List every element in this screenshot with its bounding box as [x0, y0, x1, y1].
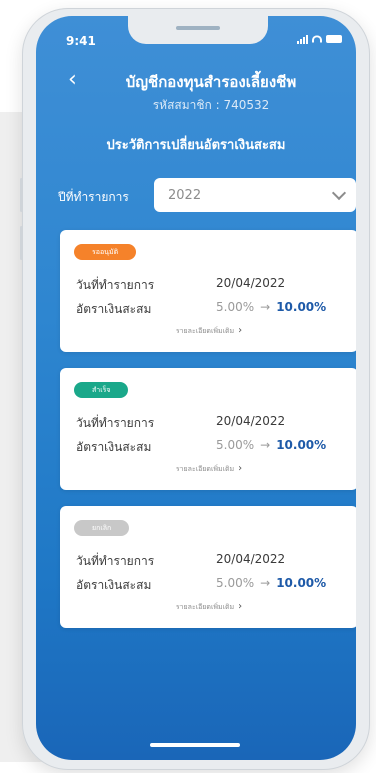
- side-button: [20, 178, 23, 212]
- app-screen: 9:41 ‹ บัญชีกองทุนสำรองเลี้ยงชีพ รหัสสมา…: [36, 16, 356, 760]
- member-id: รหัสสมาชิก : 740532: [152, 98, 270, 112]
- year-select[interactable]: 2022: [154, 178, 356, 212]
- rate-arrow: →: [260, 576, 271, 590]
- details-link[interactable]: รายละเอียดเพิ่มเติม ›: [60, 325, 356, 337]
- date-value: 20/04/2022: [216, 414, 286, 428]
- status-icons: [297, 34, 342, 44]
- wifi-icon: [312, 35, 322, 43]
- rate-value: 5.00% → 10.00%: [216, 300, 326, 314]
- section-title: ประวัติการเปลี่ยนอัตราเงินสะสม: [106, 138, 286, 153]
- date-value: 20/04/2022: [216, 552, 286, 566]
- rate-new: 10.00%: [276, 576, 327, 590]
- year-select-value: 2022: [168, 187, 202, 203]
- date-label: วันที่ทำรายการ: [76, 554, 155, 568]
- rate-label: อัตราเงินสะสม: [76, 440, 152, 454]
- chevron-down-icon: [331, 185, 347, 201]
- date-value: 20/04/2022: [216, 276, 286, 290]
- rate-new: 10.00%: [276, 438, 327, 452]
- rate-old: 5.00%: [216, 576, 255, 590]
- details-link[interactable]: รายละเอียดเพิ่มเติม ›: [60, 601, 356, 613]
- page-title: บัญชีกองทุนสำรองเลี้ยงชีพ: [125, 73, 297, 91]
- date-label: วันที่ทำรายการ: [76, 416, 155, 430]
- rate-arrow: →: [260, 300, 271, 314]
- transaction-card: รออนุมัติ วันที่ทำรายการ 20/04/2022 อัตร…: [60, 230, 356, 352]
- status-badge: สำเร็จ: [74, 382, 129, 398]
- details-link[interactable]: รายละเอียดเพิ่มเติม ›: [60, 463, 356, 475]
- rate-label: อัตราเงินสะสม: [76, 302, 152, 316]
- details-label: รายละเอียดเพิ่มเติม: [175, 465, 235, 473]
- rate-value: 5.00% → 10.00%: [216, 576, 326, 590]
- rate-new: 10.00%: [276, 300, 327, 314]
- chevron-right-icon: ›: [238, 601, 243, 612]
- signal-icon: [297, 34, 308, 44]
- status-badge: รออนุมัติ: [74, 244, 137, 260]
- year-filter-label: ปีที่ทำรายการ: [58, 190, 129, 204]
- status-badge: ยกเลิก: [74, 520, 130, 536]
- details-label: รายละเอียดเพิ่มเติม: [175, 327, 235, 335]
- transaction-card: ยกเลิก วันที่ทำรายการ 20/04/2022 อัตราเง…: [60, 506, 356, 628]
- speaker-grille: [176, 26, 220, 30]
- status-bar: 9:41: [36, 34, 356, 50]
- battery-icon: [326, 35, 342, 43]
- rate-old: 5.00%: [216, 438, 255, 452]
- home-indicator[interactable]: [150, 743, 240, 747]
- rate-label: อัตราเงินสะสม: [76, 578, 152, 592]
- rate-arrow: →: [260, 438, 271, 452]
- date-label: วันที่ทำรายการ: [76, 278, 155, 292]
- status-time: 9:41: [66, 34, 96, 48]
- details-label: รายละเอียดเพิ่มเติม: [175, 603, 235, 611]
- rate-value: 5.00% → 10.00%: [216, 438, 326, 452]
- chevron-right-icon: ›: [238, 463, 243, 474]
- transaction-card: สำเร็จ วันที่ทำรายการ 20/04/2022 อัตราเง…: [60, 368, 356, 490]
- rate-old: 5.00%: [216, 300, 255, 314]
- chevron-right-icon: ›: [238, 325, 243, 336]
- side-button: [20, 226, 23, 260]
